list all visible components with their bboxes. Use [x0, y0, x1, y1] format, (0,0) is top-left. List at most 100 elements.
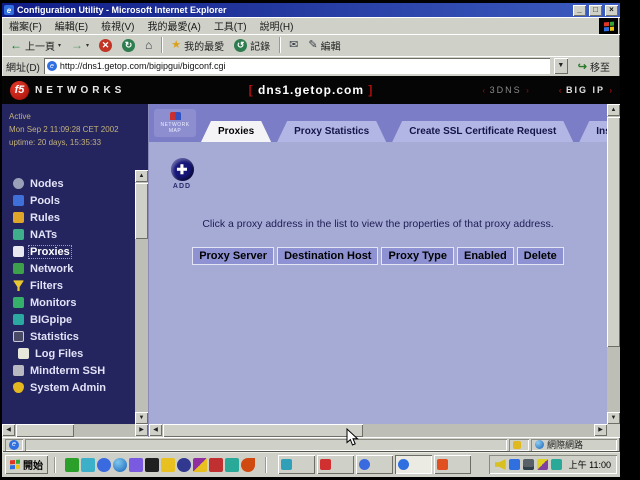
quicklaunch-icon[interactable]	[161, 458, 175, 472]
quicklaunch-icon[interactable]	[97, 458, 111, 472]
column-proxy-server: Proxy Server	[192, 247, 274, 265]
taskbar-clock[interactable]: 上午 11:00	[565, 458, 611, 471]
main-frame: Active Mon Sep 2 11:09:28 CET 2002 uptim…	[2, 104, 620, 437]
scroll-left-icon[interactable]: ◀	[2, 424, 15, 436]
status-bar: e 網際網路	[2, 437, 620, 452]
nodes-icon	[13, 178, 24, 189]
back-button[interactable]: ← 上一頁 ▾	[6, 36, 65, 55]
menu-favorites[interactable]: 我的最愛(A)	[147, 18, 200, 33]
scroll-track[interactable]	[162, 424, 594, 437]
sidebar-item-pools[interactable]: Pools	[2, 192, 135, 209]
quicklaunch-icon[interactable]	[193, 458, 207, 472]
sidebar-item-mindterm-ssh[interactable]: Mindterm SSH	[2, 362, 135, 379]
scroll-right-icon[interactable]: ▶	[594, 424, 607, 436]
forward-button[interactable]: → ▾	[67, 36, 93, 55]
page-icon: e	[47, 61, 57, 71]
tab-proxy-statistics[interactable]: Proxy Statistics	[277, 121, 386, 142]
start-button[interactable]: 開始	[5, 455, 48, 474]
task-app-icon	[281, 459, 292, 470]
quicklaunch-icon[interactable]	[225, 458, 239, 472]
taskbar-task-button-active[interactable]	[395, 455, 432, 474]
edit-label: 編輯	[321, 38, 341, 53]
tray-ime-icon[interactable]	[509, 459, 520, 470]
status-state: Active	[9, 111, 128, 124]
scroll-up-icon[interactable]: ▲	[607, 104, 620, 116]
address-bar: 網址(D) e http://dns1.getop.com/bigipgui/b…	[2, 56, 620, 76]
tab-band: NETWORK MAP Proxies Proxy Statistics Cre…	[149, 104, 607, 142]
sidebar-item-system-admin[interactable]: System Admin	[2, 379, 135, 396]
sidebar-item-nats[interactable]: NATs	[2, 226, 135, 243]
sidebar-item-nodes[interactable]: Nodes	[2, 175, 135, 192]
scroll-thumb[interactable]	[16, 424, 74, 437]
favorites-button[interactable]: ★ 我的最愛	[167, 36, 228, 55]
close-button[interactable]: ×	[605, 5, 618, 16]
taskbar-task-button[interactable]	[278, 455, 315, 474]
tray-app-icon[interactable]	[551, 459, 562, 470]
edit-button[interactable]: ✎ 編輯	[304, 36, 344, 55]
tab-install-ssl-certificate[interactable]: Install SSL Certificate	[579, 121, 607, 142]
sidebar-item-monitors[interactable]: Monitors	[2, 294, 135, 311]
scroll-down-icon[interactable]: ▼	[135, 412, 148, 424]
home-button[interactable]: ⌂	[141, 36, 156, 55]
scroll-track[interactable]	[15, 424, 135, 437]
taskbar-task-button[interactable]	[356, 455, 393, 474]
quicklaunch-icon[interactable]	[145, 458, 159, 472]
taskbar-task-button[interactable]	[434, 455, 471, 474]
taskbar-task-button[interactable]	[317, 455, 354, 474]
mail-button[interactable]: ✉	[285, 36, 302, 55]
menu-edit[interactable]: 編輯(E)	[55, 18, 88, 33]
address-label: 網址(D)	[6, 59, 40, 74]
sidebar-item-rules[interactable]: Rules	[2, 209, 135, 226]
tray-app-icon[interactable]	[537, 459, 548, 470]
task-buttons	[272, 455, 486, 474]
scroll-track[interactable]	[607, 116, 620, 412]
address-dropdown-icon[interactable]: ▼	[554, 58, 568, 74]
status-zone-pane: 網際網路	[531, 439, 617, 451]
ie-window-icon: e	[4, 5, 14, 15]
menu-tools[interactable]: 工具(T)	[214, 18, 247, 33]
scroll-up-icon[interactable]: ▲	[135, 170, 148, 182]
network-map-button[interactable]: NETWORK MAP	[154, 109, 196, 137]
stop-button[interactable]: ✕	[95, 36, 116, 55]
quicklaunch-icon[interactable]	[241, 458, 255, 472]
scroll-thumb[interactable]	[607, 117, 620, 347]
sidebar-item-filters[interactable]: Filters	[2, 277, 135, 294]
refresh-button[interactable]: ↻	[118, 36, 139, 55]
menu-help[interactable]: 說明(H)	[260, 18, 294, 33]
sidebar-item-bigpipe[interactable]: BIGpipe	[2, 311, 135, 328]
address-input[interactable]: e http://dns1.getop.com/bigipgui/bigconf…	[44, 58, 550, 74]
history-button[interactable]: ↺ 記錄	[230, 36, 274, 55]
bracket-open: [	[249, 83, 254, 97]
tab-create-ssl-certificate-request[interactable]: Create SSL Certificate Request	[392, 121, 573, 142]
sidebar-item-log-files[interactable]: Log Files	[2, 345, 135, 362]
mouse-cursor	[346, 428, 359, 452]
scroll-thumb[interactable]	[135, 183, 148, 239]
tray-display-icon[interactable]	[523, 459, 534, 470]
ie-throbber-icon	[599, 18, 618, 34]
go-button[interactable]: ↪ 移至	[572, 57, 616, 75]
add-button[interactable]: ✚	[171, 158, 194, 181]
scroll-down-icon[interactable]: ▼	[607, 412, 620, 424]
menu-file[interactable]: 檔案(F)	[9, 18, 42, 33]
scroll-right-icon[interactable]: ▶	[135, 424, 148, 436]
quicklaunch-icon[interactable]	[209, 458, 223, 472]
tab-proxies[interactable]: Proxies	[201, 121, 271, 142]
sidebar-item-proxies[interactable]: Proxies	[2, 243, 135, 260]
quicklaunch-icon[interactable]	[81, 458, 95, 472]
quicklaunch-icon[interactable]	[65, 458, 79, 472]
scroll-thumb[interactable]	[163, 424, 363, 437]
sidebar-item-statistics[interactable]: Statistics	[2, 328, 135, 345]
menu-view[interactable]: 檢視(V)	[101, 18, 134, 33]
scroll-left-icon[interactable]: ◀	[149, 424, 162, 436]
sidebar-item-network[interactable]: Network	[2, 260, 135, 277]
column-enabled: Enabled	[457, 247, 514, 265]
scroll-track[interactable]	[135, 182, 148, 412]
tray-volume-icon[interactable]	[495, 459, 506, 470]
quicklaunch-icon[interactable]	[129, 458, 143, 472]
quicklaunch-icon[interactable]	[113, 458, 127, 472]
statistics-icon	[13, 331, 24, 342]
content-scrollbar-vertical: ▲ ▼	[607, 104, 620, 424]
maximize-button[interactable]: □	[589, 5, 602, 16]
minimize-button[interactable]: _	[573, 5, 586, 16]
quicklaunch-icon[interactable]	[177, 458, 191, 472]
